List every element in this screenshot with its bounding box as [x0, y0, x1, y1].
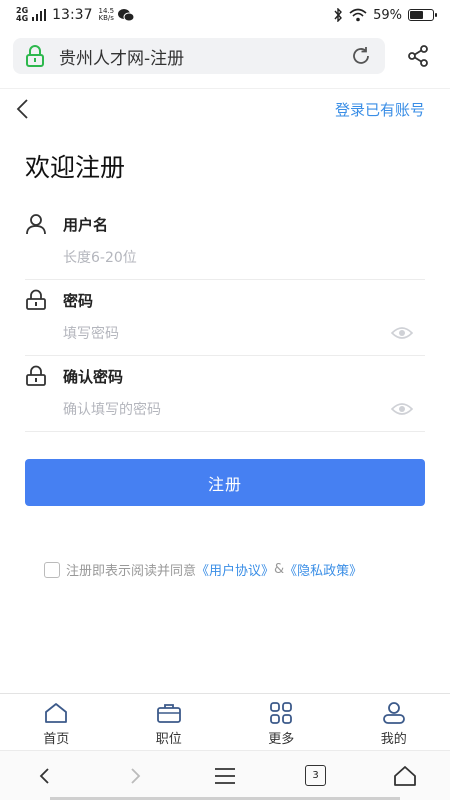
- status-left: 2G 4G 13:37 14.5 KB/s: [16, 7, 135, 23]
- battery-level: [410, 11, 423, 19]
- menu-icon[interactable]: [213, 764, 237, 788]
- tab-jobs-label: 职位: [155, 732, 182, 747]
- username-label: 用户名: [63, 215, 109, 234]
- address-bar[interactable]: 贵州人才网-注册: [13, 38, 385, 74]
- status-right: 59%: [333, 7, 437, 23]
- password-field-head: 密码: [25, 288, 93, 312]
- browser-back-icon[interactable]: [33, 764, 57, 788]
- tab-home[interactable]: 首页: [0, 694, 113, 750]
- agreement-text: 注册即表示阅读并同意: [66, 564, 197, 579]
- confirm-password-field: 确认密码: [25, 356, 425, 432]
- register-button[interactable]: 注册: [25, 459, 425, 506]
- confirm-password-label: 确认密码: [63, 367, 124, 386]
- tab-more[interactable]: 更多: [225, 694, 338, 750]
- browser-toolbar: 贵州人才网-注册: [0, 38, 450, 76]
- user-icon: [25, 213, 47, 235]
- padlock-icon: [25, 289, 47, 311]
- battery-percent: 59%: [373, 7, 402, 23]
- password-label: 密码: [63, 291, 94, 310]
- browser-nav-bar: 3: [0, 750, 450, 800]
- page-header: 登录已有账号: [0, 88, 450, 128]
- confirm-password-input[interactable]: [63, 398, 383, 422]
- status-bar: 2G 4G 13:37 14.5 KB/s 59%: [0, 0, 450, 30]
- agreement-row: 注册即表示阅读并同意 《用户协议》 & 《隐私政策》: [44, 560, 362, 579]
- back-icon[interactable]: [12, 97, 36, 121]
- tab-bar: 首页 职位 更多 我的: [0, 693, 450, 750]
- tab-more-label: 更多: [268, 732, 295, 747]
- agreement-checkbox[interactable]: [44, 561, 60, 578]
- padlock-icon: [25, 365, 47, 387]
- tab-profile[interactable]: 我的: [338, 694, 450, 750]
- battery-icon: [408, 9, 437, 21]
- network-speed: 14.5 KB/s: [99, 8, 115, 22]
- network-indicator: 2G 4G: [16, 7, 28, 23]
- tab-profile-label: 我的: [380, 732, 407, 747]
- privacy-policy-link[interactable]: 《隐私政策》: [284, 560, 362, 579]
- username-input[interactable]: [63, 246, 383, 270]
- network-4g: 4G: [16, 14, 29, 23]
- browser-forward-icon[interactable]: [123, 764, 147, 788]
- tab-jobs[interactable]: 职位: [113, 694, 226, 750]
- password-input[interactable]: [63, 322, 383, 346]
- page-title: 欢迎注册: [25, 153, 126, 182]
- briefcase-icon: [156, 704, 181, 723]
- browser-home-icon[interactable]: [393, 764, 417, 788]
- grid-icon: [270, 702, 293, 724]
- confirm-field-head: 确认密码: [25, 364, 123, 388]
- address-title: 贵州人才网-注册: [59, 48, 185, 69]
- eye-icon[interactable]: [391, 402, 413, 416]
- tabs-button[interactable]: 3: [305, 765, 326, 786]
- tab-home-label: 首页: [43, 732, 70, 747]
- wechat-icon: [118, 9, 135, 22]
- user-agreement-link[interactable]: 《用户协议》: [196, 560, 274, 579]
- reload-button[interactable]: [349, 44, 373, 68]
- username-field-head: 用户名: [25, 212, 108, 236]
- agreement-joiner: &: [274, 562, 285, 577]
- user-icon: [382, 702, 405, 724]
- bluetooth-icon: [334, 8, 343, 22]
- eye-icon[interactable]: [391, 326, 413, 340]
- clock: 13:37: [52, 7, 93, 23]
- password-field: 密码: [25, 280, 425, 356]
- speed-unit: KB/s: [98, 14, 114, 22]
- lock-icon: [26, 45, 44, 67]
- username-field: 用户名: [25, 204, 425, 280]
- signal-icon: [32, 9, 47, 21]
- home-icon: [45, 703, 68, 723]
- wifi-icon: [349, 8, 367, 22]
- login-link[interactable]: 登录已有账号: [335, 99, 425, 120]
- reload-icon: [353, 47, 369, 64]
- share-icon[interactable]: [406, 44, 430, 68]
